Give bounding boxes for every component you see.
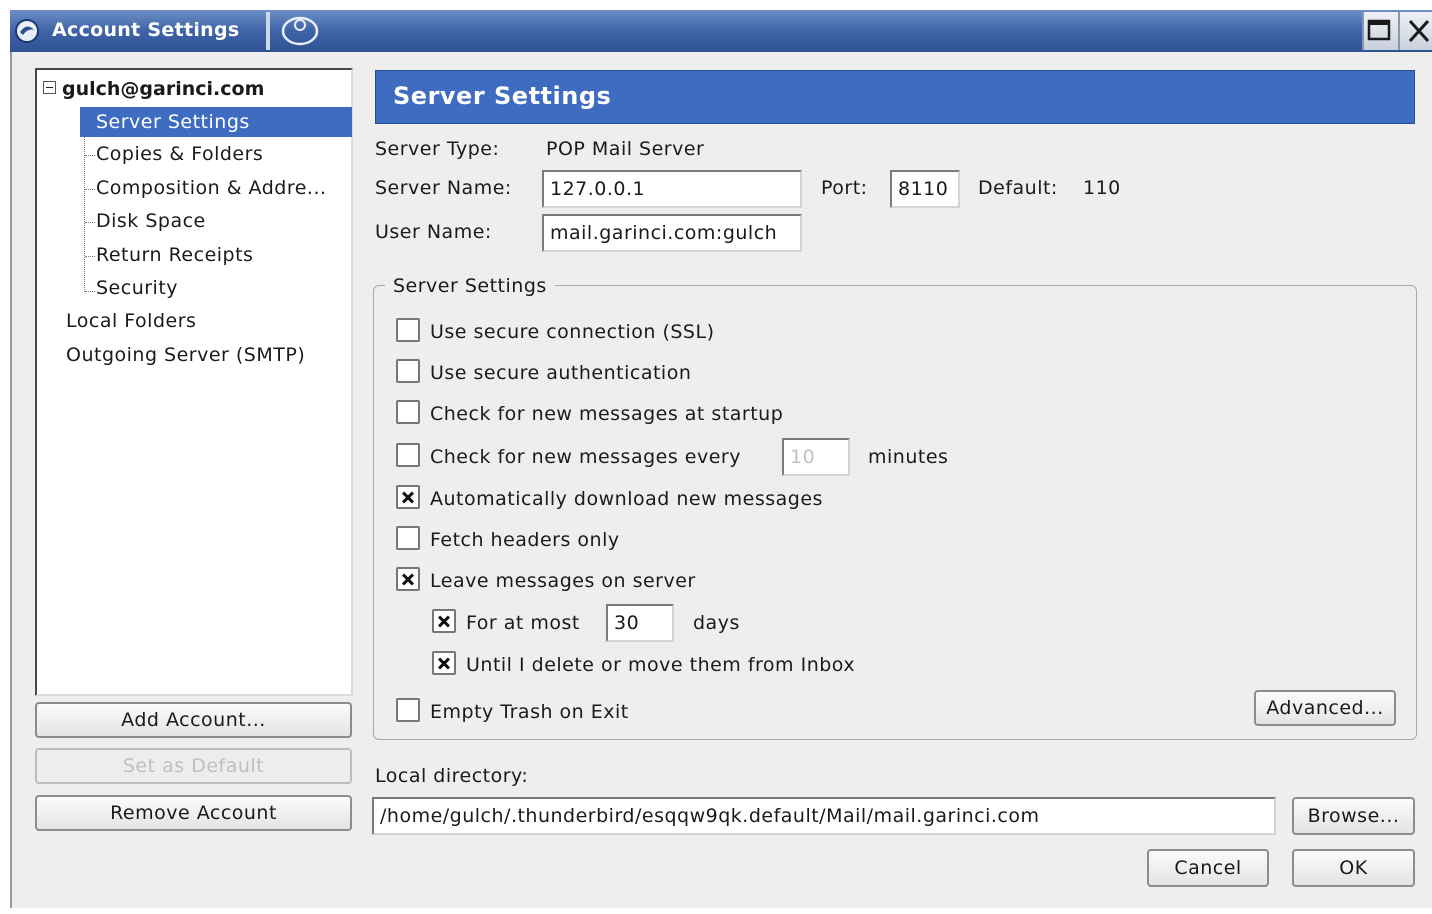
browse-button[interactable]: Browse... (1292, 797, 1415, 835)
user-name-label: User Name: (375, 221, 492, 243)
check-startup-checkbox[interactable] (396, 400, 420, 424)
add-account-button[interactable]: Add Account... (35, 702, 352, 738)
server-type-label: Server Type: (375, 138, 500, 160)
local-directory-input[interactable]: /home/gulch/.thunderbird/esqqw9qk.defaul… (372, 797, 1276, 835)
check-every-checkbox[interactable] (396, 443, 420, 467)
ssl-label[interactable]: Use secure connection (SSL) (430, 321, 715, 343)
toolbar-icon[interactable] (280, 14, 320, 48)
tree-connector (85, 222, 95, 223)
maximize-button[interactable] (1362, 12, 1398, 50)
close-button[interactable] (1398, 12, 1432, 50)
fetch-headers-checkbox[interactable] (396, 526, 420, 550)
days-input[interactable]: 30 (606, 604, 674, 642)
collapse-toggle-icon[interactable] (43, 81, 56, 94)
tree-item-outgoing-server[interactable]: Outgoing Server (SMTP) (66, 344, 305, 366)
tree-connector (85, 189, 95, 190)
tree-item-security[interactable]: Security (96, 277, 178, 299)
for-at-most-label[interactable]: For at most (466, 612, 580, 634)
check-every-label[interactable]: Check for new messages every (430, 446, 741, 468)
tree-account-root[interactable]: gulch@garinci.com (62, 78, 264, 100)
tree-item-local-folders[interactable]: Local Folders (66, 310, 196, 332)
app-icon (15, 19, 39, 43)
tree-item-disk-space[interactable]: Disk Space (96, 210, 206, 232)
default-port-label: Default: (978, 177, 1058, 199)
ssl-checkbox[interactable] (396, 318, 420, 342)
ok-button[interactable]: OK (1292, 849, 1415, 887)
user-name-input[interactable]: mail.garinci.com:gulch (542, 214, 802, 252)
port-label: Port: (821, 177, 868, 199)
fetch-headers-label[interactable]: Fetch headers only (430, 529, 620, 551)
local-directory-label: Local directory: (375, 765, 529, 787)
default-port-value: 110 (1083, 177, 1121, 199)
tree-item-copies-folders[interactable]: Copies & Folders (96, 143, 263, 165)
auto-download-label[interactable]: Automatically download new messages (430, 488, 823, 510)
leave-on-server-label[interactable]: Leave messages on server (430, 570, 696, 592)
server-type-value: POP Mail Server (546, 138, 705, 160)
server-name-label: Server Name: (375, 177, 512, 199)
minutes-label: minutes (868, 446, 949, 468)
port-input[interactable]: 8110 (890, 170, 960, 208)
tree-connector (85, 256, 95, 257)
group-legend: Server Settings (385, 275, 555, 297)
set-as-default-button[interactable]: Set as Default (35, 748, 352, 784)
window-title: Account Settings (52, 19, 240, 41)
advanced-button[interactable]: Advanced... (1254, 690, 1396, 726)
tree-item-server-settings[interactable]: Server Settings (80, 107, 352, 137)
check-startup-label[interactable]: Check for new messages at startup (430, 403, 783, 425)
panel-title: Server Settings (393, 82, 612, 110)
empty-trash-label[interactable]: Empty Trash on Exit (430, 701, 629, 723)
until-delete-label[interactable]: Until I delete or move them from Inbox (466, 654, 855, 676)
days-label: days (693, 612, 740, 634)
leave-on-server-checkbox[interactable] (396, 567, 420, 591)
cancel-button[interactable]: Cancel (1147, 849, 1269, 887)
for-at-most-checkbox[interactable] (432, 609, 456, 633)
tree-connector (85, 155, 95, 156)
auto-download-checkbox[interactable] (396, 485, 420, 509)
remove-account-button[interactable]: Remove Account (35, 795, 352, 831)
close-icon (1408, 19, 1430, 43)
server-name-input[interactable]: 127.0.0.1 (542, 170, 802, 208)
until-delete-checkbox[interactable] (432, 651, 456, 675)
tree-item-composition[interactable]: Composition & Addre... (96, 177, 327, 199)
empty-trash-checkbox[interactable] (396, 698, 420, 722)
tree-connector (85, 291, 95, 292)
titlebar-divider (266, 12, 270, 50)
check-interval-input[interactable]: 10 (782, 438, 850, 476)
maximize-icon (1367, 19, 1391, 41)
tree-item-return-receipts[interactable]: Return Receipts (96, 244, 253, 266)
secure-auth-label[interactable]: Use secure authentication (430, 362, 691, 384)
secure-auth-checkbox[interactable] (396, 359, 420, 383)
